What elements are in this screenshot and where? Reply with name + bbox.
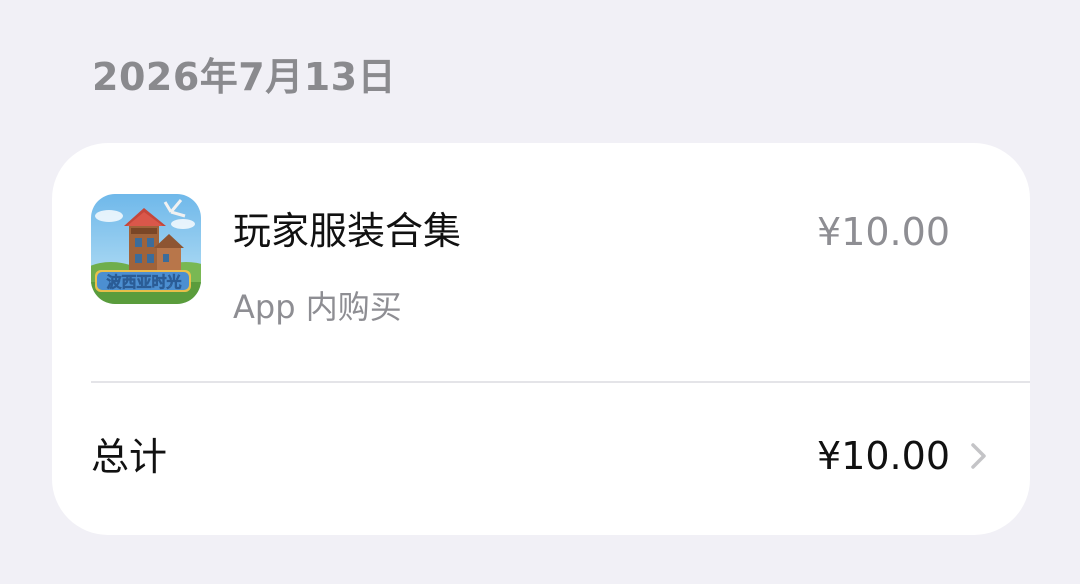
total-row[interactable]: 总计 ¥10.00 [52, 383, 1030, 535]
total-label: 总计 [91, 435, 168, 479]
item-price: ¥10.00 [817, 210, 950, 254]
item-title: 玩家服装合集 [233, 209, 462, 253]
purchase-item-row[interactable]: 波西亚时光 玩家服装合集 App 内购买 ¥10.00 [52, 143, 1030, 383]
date-header: 2026年7月13日 [92, 55, 397, 99]
purchase-card: 波西亚时光 玩家服装合集 App 内购买 ¥10.00 总计 ¥10.00 [52, 143, 1030, 535]
total-price: ¥10.00 [817, 434, 950, 478]
chevron-right-icon [968, 441, 990, 471]
purchase-history-page: 2026年7月13日 波西亚时光 玩家服装合集 App 内购买 ¥10.00 总… [0, 0, 1080, 584]
game-app-icon: 波西亚时光 [91, 194, 201, 304]
game-logo-text: 波西亚时光 [106, 273, 181, 291]
item-subtitle: App 内购买 [233, 288, 402, 326]
